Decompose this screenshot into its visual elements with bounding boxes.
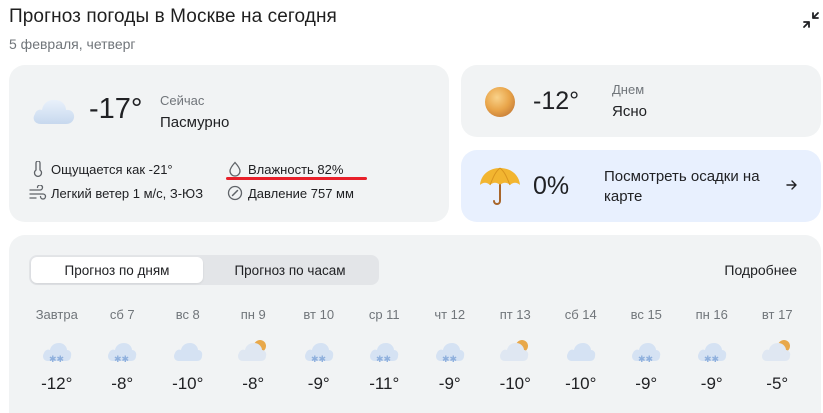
forecast-day-temp: -10° — [499, 374, 531, 393]
page-title: Прогноз погоды в Москве на сегодня — [9, 6, 337, 27]
forecast-day-name: сб 7 — [109, 307, 135, 322]
forecast-day-temp: -9° — [635, 374, 658, 393]
wind: Легкий ветер 1 м/с, З-ЮЗ — [29, 184, 203, 202]
snow-cloud-icon: ✱✱ — [696, 336, 728, 365]
svg-text:✱✱: ✱✱ — [114, 355, 129, 364]
forecast-day-temp: -11° — [369, 374, 400, 393]
humidity-highlight-underline — [226, 177, 367, 180]
forecast-day-temp: -5° — [766, 374, 789, 393]
current-temperature: -17° — [89, 93, 143, 125]
precipitation-map-link[interactable]: Посмотреть осадки на карте — [604, 167, 784, 207]
forecast-day[interactable]: пн 16 ✱✱ -9° — [679, 305, 745, 405]
humidity-text: Влажность 82% — [248, 161, 344, 177]
forecast-day[interactable]: Завтра ✱✱ -12° — [24, 305, 90, 405]
sun-cloud-icon — [761, 336, 793, 364]
forecast-day-temp: -8° — [242, 374, 265, 393]
precipitation-map-card[interactable]: 0% Посмотреть осадки на карте — [461, 150, 821, 222]
page-date: 5 февраля, четверг — [9, 36, 136, 52]
snow-cloud-icon: ✱✱ — [303, 336, 335, 365]
sun-cloud-icon — [237, 336, 269, 364]
wind-icon — [29, 184, 47, 202]
cloud-icon — [31, 93, 77, 132]
forecast-day[interactable]: сб 7 ✱✱ -8° — [90, 305, 156, 405]
gauge-icon — [226, 184, 244, 202]
current-label: Сейчас — [160, 93, 205, 108]
snow-cloud-icon: ✱✱ — [106, 336, 138, 365]
svg-text:✱✱: ✱✱ — [311, 355, 326, 364]
forecast-day-name: вс 15 — [630, 307, 662, 322]
forecast-day-temp: -9° — [700, 374, 723, 393]
forecast-day[interactable]: чт 12 ✱✱ -9° — [417, 305, 483, 405]
forecast-day-name: вт 10 — [303, 307, 335, 322]
forecast-tabs: Прогноз по дням Прогноз по часам — [29, 255, 379, 285]
sun-icon — [483, 85, 517, 124]
more-link[interactable]: Подробнее — [724, 262, 797, 278]
tab-hours[interactable]: Прогноз по часам — [203, 257, 377, 283]
svg-text:✱✱: ✱✱ — [638, 355, 653, 364]
droplet-icon — [226, 160, 244, 178]
precipitation-probability: 0% — [533, 172, 570, 200]
current-weather-card: -17° Сейчас Пасмурно Ощущается как -21° … — [9, 65, 449, 222]
svg-text:✱✱: ✱✱ — [376, 355, 391, 364]
snow-cloud-icon: ✱✱ — [630, 336, 662, 365]
cloud-icon — [565, 336, 597, 364]
svg-text:✱✱: ✱✱ — [704, 355, 719, 364]
forecast-day-name: ср 11 — [368, 307, 400, 322]
collapse-icon[interactable] — [801, 10, 821, 30]
day-weather-card: -12° Днем Ясно — [461, 65, 821, 137]
forecast-day-temp: -8° — [111, 374, 134, 393]
day-condition: Ясно — [612, 103, 647, 120]
forecast-day-temp: -9° — [307, 374, 330, 393]
forecast-day-name: сб 14 — [564, 307, 597, 322]
feels-like-text: Ощущается как -21° — [51, 161, 173, 177]
forecast-day-name: вс 8 — [175, 307, 200, 322]
snow-cloud-icon: ✱✱ — [434, 336, 466, 365]
forecast-day[interactable]: вс 15 ✱✱ -9° — [614, 305, 680, 405]
forecast-day[interactable]: вс 8 -10° — [155, 305, 221, 405]
thermometer-icon — [29, 160, 47, 178]
snow-cloud-icon: ✱✱ — [368, 336, 400, 365]
umbrella-icon — [478, 165, 522, 212]
forecast-days: Завтра ✱✱ -12° сб 7 ✱✱ -8° вс 8 -10° пн … — [24, 305, 814, 405]
forecast-day[interactable]: пн 9 -8° — [221, 305, 287, 405]
forecast-day-temp: -10° — [565, 374, 597, 393]
forecast-day-name: пт 13 — [499, 307, 531, 322]
forecast-day-name: пн 16 — [695, 307, 728, 322]
sun-cloud-icon — [499, 336, 531, 364]
wind-text: Легкий ветер 1 м/с, З-ЮЗ — [51, 185, 204, 201]
pressure-text: Давление 757 мм — [248, 185, 354, 201]
svg-text:✱✱: ✱✱ — [49, 355, 64, 364]
forecast-day-name: пн 9 — [240, 307, 266, 322]
day-temperature: -12° — [533, 87, 580, 115]
humidity: Влажность 82% — [226, 160, 343, 178]
forecast-day[interactable]: пт 13 -10° — [483, 305, 549, 405]
svg-text:✱✱: ✱✱ — [442, 355, 457, 364]
arrow-right-icon — [786, 178, 798, 196]
forecast-day-name: вт 17 — [761, 307, 793, 322]
forecast-day[interactable]: ср 11 ✱✱ -11° — [352, 305, 418, 405]
current-condition: Пасмурно — [160, 114, 230, 131]
day-label: Днем — [612, 82, 645, 97]
forecast-day-temp: -12° — [41, 374, 73, 393]
forecast-day-name: Завтра — [35, 307, 78, 322]
forecast-day-temp: -9° — [438, 374, 461, 393]
forecast-day[interactable]: вт 10 ✱✱ -9° — [286, 305, 352, 405]
tab-days[interactable]: Прогноз по дням — [31, 257, 203, 283]
forecast-card: Прогноз по дням Прогноз по часам Подробн… — [9, 235, 821, 413]
forecast-day[interactable]: вт 17 -5° — [745, 305, 811, 405]
snow-cloud-icon: ✱✱ — [41, 336, 73, 365]
pressure: Давление 757 мм — [226, 184, 354, 202]
cloud-icon — [172, 336, 204, 364]
forecast-day-name: чт 12 — [434, 307, 466, 322]
forecast-day[interactable]: сб 14 -10° — [548, 305, 614, 405]
forecast-day-temp: -10° — [172, 374, 204, 393]
feels-like: Ощущается как -21° — [29, 160, 173, 178]
